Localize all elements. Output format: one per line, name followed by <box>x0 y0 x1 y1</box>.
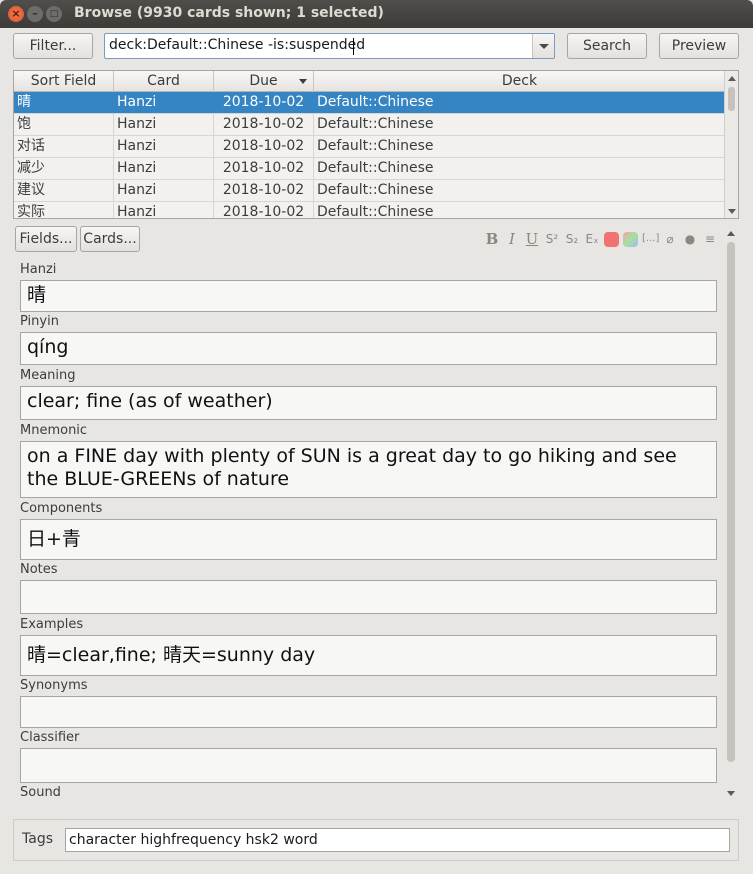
fields-button[interactable]: Fields... <box>15 226 77 252</box>
cards-button[interactable]: Cards... <box>80 226 140 252</box>
field-examples-input[interactable]: 晴=clear,fine; 晴天=sunny day <box>20 635 717 676</box>
text-caret <box>353 38 354 55</box>
tags-input[interactable]: character highfrequency hsk2 word <box>65 828 730 852</box>
cloze-icon[interactable]: [...] <box>642 230 659 248</box>
column-header-due-label: Due <box>249 73 278 89</box>
cell-due: 2018-10-02 <box>214 136 314 157</box>
search-button[interactable]: Search <box>567 33 647 59</box>
cell-due: 2018-10-02 <box>214 92 314 113</box>
cell-deck: Default::Chinese <box>317 138 434 154</box>
column-header-deck[interactable]: Deck <box>314 71 725 92</box>
preview-button[interactable]: Preview <box>659 33 739 59</box>
cell-due: 2018-10-02 <box>214 180 314 201</box>
field-label-pinyin: Pinyin <box>20 314 59 329</box>
field-label-synonyms: Synonyms <box>20 678 88 693</box>
field-label-mnemonic: Mnemonic <box>20 423 88 438</box>
underline-icon[interactable]: U <box>524 230 540 248</box>
table-row[interactable]: 对话 Hanzi 2018-10-02 Default::Chinese <box>14 136 725 158</box>
search-combobox[interactable]: deck:Default::Chinese -is:suspended <box>104 33 555 59</box>
table-row[interactable]: 饱 Hanzi 2018-10-02 Default::Chinese <box>14 114 725 136</box>
field-label-classifier: Classifier <box>20 730 80 745</box>
attach-icon[interactable]: ⌀ <box>662 230 678 248</box>
editor-scrollbar[interactable] <box>724 226 738 798</box>
table-scroll-thumb[interactable] <box>728 87 735 111</box>
field-synonyms-input[interactable] <box>20 696 717 728</box>
cell-deck: Default::Chinese <box>317 204 434 219</box>
cell-sort-field: 晴 <box>14 92 114 113</box>
record-audio-icon[interactable]: ● <box>682 230 698 248</box>
tags-label: Tags <box>22 831 53 847</box>
cell-sort-field: 实际 <box>14 202 114 218</box>
table-row[interactable]: 建议 Hanzi 2018-10-02 Default::Chinese <box>14 180 725 202</box>
cell-deck: Default::Chinese <box>317 182 434 198</box>
cell-deck: Default::Chinese <box>317 160 434 176</box>
cell-due: 2018-10-02 <box>214 158 314 179</box>
editor-scroll-down-icon[interactable] <box>727 791 735 796</box>
table-scrollbar[interactable] <box>724 71 738 218</box>
cell-deck: Default::Chinese <box>317 94 434 110</box>
clear-format-icon[interactable]: Eₓ <box>584 230 600 248</box>
field-hanzi-input[interactable]: 晴 <box>20 280 717 312</box>
scroll-up-icon[interactable] <box>728 76 736 81</box>
superscript-icon[interactable]: S² <box>544 230 560 248</box>
maximize-window-button[interactable]: □ <box>46 6 62 22</box>
table-row[interactable]: 实际 Hanzi 2018-10-02 Default::Chinese <box>14 202 725 219</box>
card-table[interactable]: Sort Field Card Due Deck 晴 Hanzi 2018-10… <box>13 70 739 219</box>
editor-scroll-up-icon[interactable] <box>727 231 735 236</box>
field-label-hanzi: Hanzi <box>20 262 57 277</box>
field-pinyin-input[interactable]: qíng <box>20 332 717 365</box>
filter-button[interactable]: Filter... <box>13 33 93 59</box>
column-header-sort-field[interactable]: Sort Field <box>14 71 114 92</box>
bold-icon[interactable]: B <box>484 230 500 248</box>
window-title: Browse (9930 cards shown; 1 selected) <box>74 5 384 21</box>
table-row[interactable]: 晴 Hanzi 2018-10-02 Default::Chinese <box>14 92 725 114</box>
cell-due: 2018-10-02 <box>214 202 314 218</box>
format-toolbar: B I U S² S₂ Eₓ [...] ⌀ ● ≡ <box>484 229 718 249</box>
cell-card: Hanzi <box>114 92 214 113</box>
field-meaning-input[interactable]: clear; fine (as of weather) <box>20 386 717 420</box>
minimize-window-button[interactable]: – <box>27 6 43 22</box>
sort-descending-icon <box>299 79 307 84</box>
close-window-button[interactable]: × <box>8 6 24 22</box>
field-label-sound: Sound <box>20 785 61 800</box>
cell-due: 2018-10-02 <box>214 114 314 135</box>
cell-deck: Default::Chinese <box>317 116 434 132</box>
table-body: 晴 Hanzi 2018-10-02 Default::Chinese 饱 Ha… <box>14 92 725 219</box>
cell-sort-field: 建议 <box>14 180 114 201</box>
field-label-meaning: Meaning <box>20 368 76 383</box>
field-mnemonic-input[interactable]: on a FINE day with plenty of SUN is a gr… <box>20 441 717 498</box>
field-components-input[interactable]: 日+青 <box>20 519 717 560</box>
subscript-icon[interactable]: S₂ <box>564 230 580 248</box>
table-header: Sort Field Card Due Deck <box>14 71 725 92</box>
more-options-icon[interactable]: ≡ <box>702 230 718 248</box>
field-label-examples: Examples <box>20 617 84 632</box>
editor-scroll-thumb[interactable] <box>727 242 735 762</box>
search-dropdown-icon[interactable] <box>532 34 554 58</box>
table-row[interactable]: 减少 Hanzi 2018-10-02 Default::Chinese <box>14 158 725 180</box>
field-notes-input[interactable] <box>20 580 717 614</box>
color-picker-icon[interactable] <box>623 231 638 247</box>
cell-card: Hanzi <box>114 202 214 218</box>
search-input[interactable]: deck:Default::Chinese -is:suspended <box>109 37 365 53</box>
text-color-icon[interactable] <box>604 231 619 247</box>
cell-card: Hanzi <box>114 180 214 201</box>
cell-sort-field: 饱 <box>14 114 114 135</box>
column-header-due[interactable]: Due <box>214 71 314 92</box>
column-header-card[interactable]: Card <box>114 71 214 92</box>
field-label-notes: Notes <box>20 562 58 577</box>
cell-card: Hanzi <box>114 136 214 157</box>
field-classifier-input[interactable] <box>20 748 717 783</box>
field-label-components: Components <box>20 501 103 516</box>
cell-card: Hanzi <box>114 114 214 135</box>
cell-card: Hanzi <box>114 158 214 179</box>
cell-sort-field: 对话 <box>14 136 114 157</box>
scroll-down-icon[interactable] <box>728 209 736 214</box>
italic-icon[interactable]: I <box>504 230 520 248</box>
title-bar: × – □ Browse (9930 cards shown; 1 select… <box>0 0 753 28</box>
cell-sort-field: 减少 <box>14 158 114 179</box>
